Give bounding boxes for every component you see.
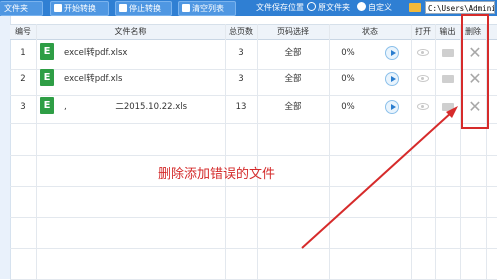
col-output: 输出 <box>439 27 456 36</box>
play-icon[interactable] <box>385 100 399 114</box>
empty-row <box>10 124 497 156</box>
browse-folder-icon[interactable] <box>409 3 421 12</box>
stop-icon <box>119 4 127 12</box>
excel-file-icon: E <box>40 69 54 86</box>
excel-file-icon: E <box>40 97 54 114</box>
table-row[interactable]: 3 E , 二2015.10.22.xls 13 全部 0% ✕ <box>10 92 497 124</box>
col-page-range: 页码选择 <box>277 27 309 36</box>
status-progress: 0% <box>341 74 355 84</box>
toolbar: 文件夹 开始转换 停止转换 清空列表 文件保存位置 原文件夹 自定义 C:\Us… <box>0 0 497 16</box>
play-icon[interactable] <box>385 46 399 60</box>
col-index: 编号 <box>15 27 31 36</box>
start-icon <box>54 4 62 12</box>
clear-icon <box>182 4 190 12</box>
add-folder-button[interactable]: 文件夹 <box>0 1 43 16</box>
empty-row <box>10 186 497 218</box>
excel-file-icon: E <box>40 43 54 60</box>
play-icon[interactable] <box>385 72 399 86</box>
eye-icon[interactable] <box>417 103 429 110</box>
col-open: 打开 <box>415 27 431 36</box>
col-filename: 文件名称 <box>114 27 147 36</box>
empty-row <box>10 217 497 249</box>
original-folder-option[interactable]: 原文件夹 <box>307 1 350 14</box>
page-range[interactable]: 全部 <box>257 64 329 95</box>
col-pages: 总页数 <box>229 27 253 36</box>
original-folder-radio[interactable] <box>307 2 316 11</box>
start-convert-label: 开始转换 <box>64 4 96 13</box>
row-index: 2 <box>20 74 26 84</box>
empty-row <box>10 248 497 280</box>
folder-icon[interactable] <box>442 75 454 83</box>
custom-folder-radio[interactable] <box>357 2 366 11</box>
eye-icon[interactable] <box>417 49 429 56</box>
custom-folder-option[interactable]: 自定义 <box>357 1 392 14</box>
folder-icon[interactable] <box>442 103 454 111</box>
page-count: 13 <box>235 102 247 112</box>
save-location-label: 文件保存位置 <box>256 3 304 12</box>
file-name: , 二2015.10.22.xls <box>64 102 188 112</box>
file-name: excel转pdf.xls <box>64 74 123 84</box>
add-folder-label: 文件夹 <box>4 4 28 13</box>
start-convert-button[interactable]: 开始转换 <box>50 1 109 16</box>
original-folder-label: 原文件夹 <box>318 3 350 12</box>
col-status: 状态 <box>362 27 378 36</box>
stop-convert-label: 停止转换 <box>129 4 161 13</box>
delete-column-highlight <box>461 14 489 129</box>
clear-list-label: 清空列表 <box>192 4 224 13</box>
folder-icon[interactable] <box>442 49 454 57</box>
row-index: 3 <box>20 102 26 112</box>
page-range[interactable]: 全部 <box>257 92 329 123</box>
save-path-input[interactable]: C:\Users\Adminis <box>425 1 495 14</box>
stop-convert-button[interactable]: 停止转换 <box>115 1 172 16</box>
annotation-caption: 删除添加错误的文件 <box>158 167 276 182</box>
eye-icon[interactable] <box>417 75 429 82</box>
custom-folder-label: 自定义 <box>368 3 392 12</box>
clear-list-button[interactable]: 清空列表 <box>178 1 236 16</box>
page-count: 3 <box>238 74 244 84</box>
status-progress: 0% <box>341 102 355 112</box>
